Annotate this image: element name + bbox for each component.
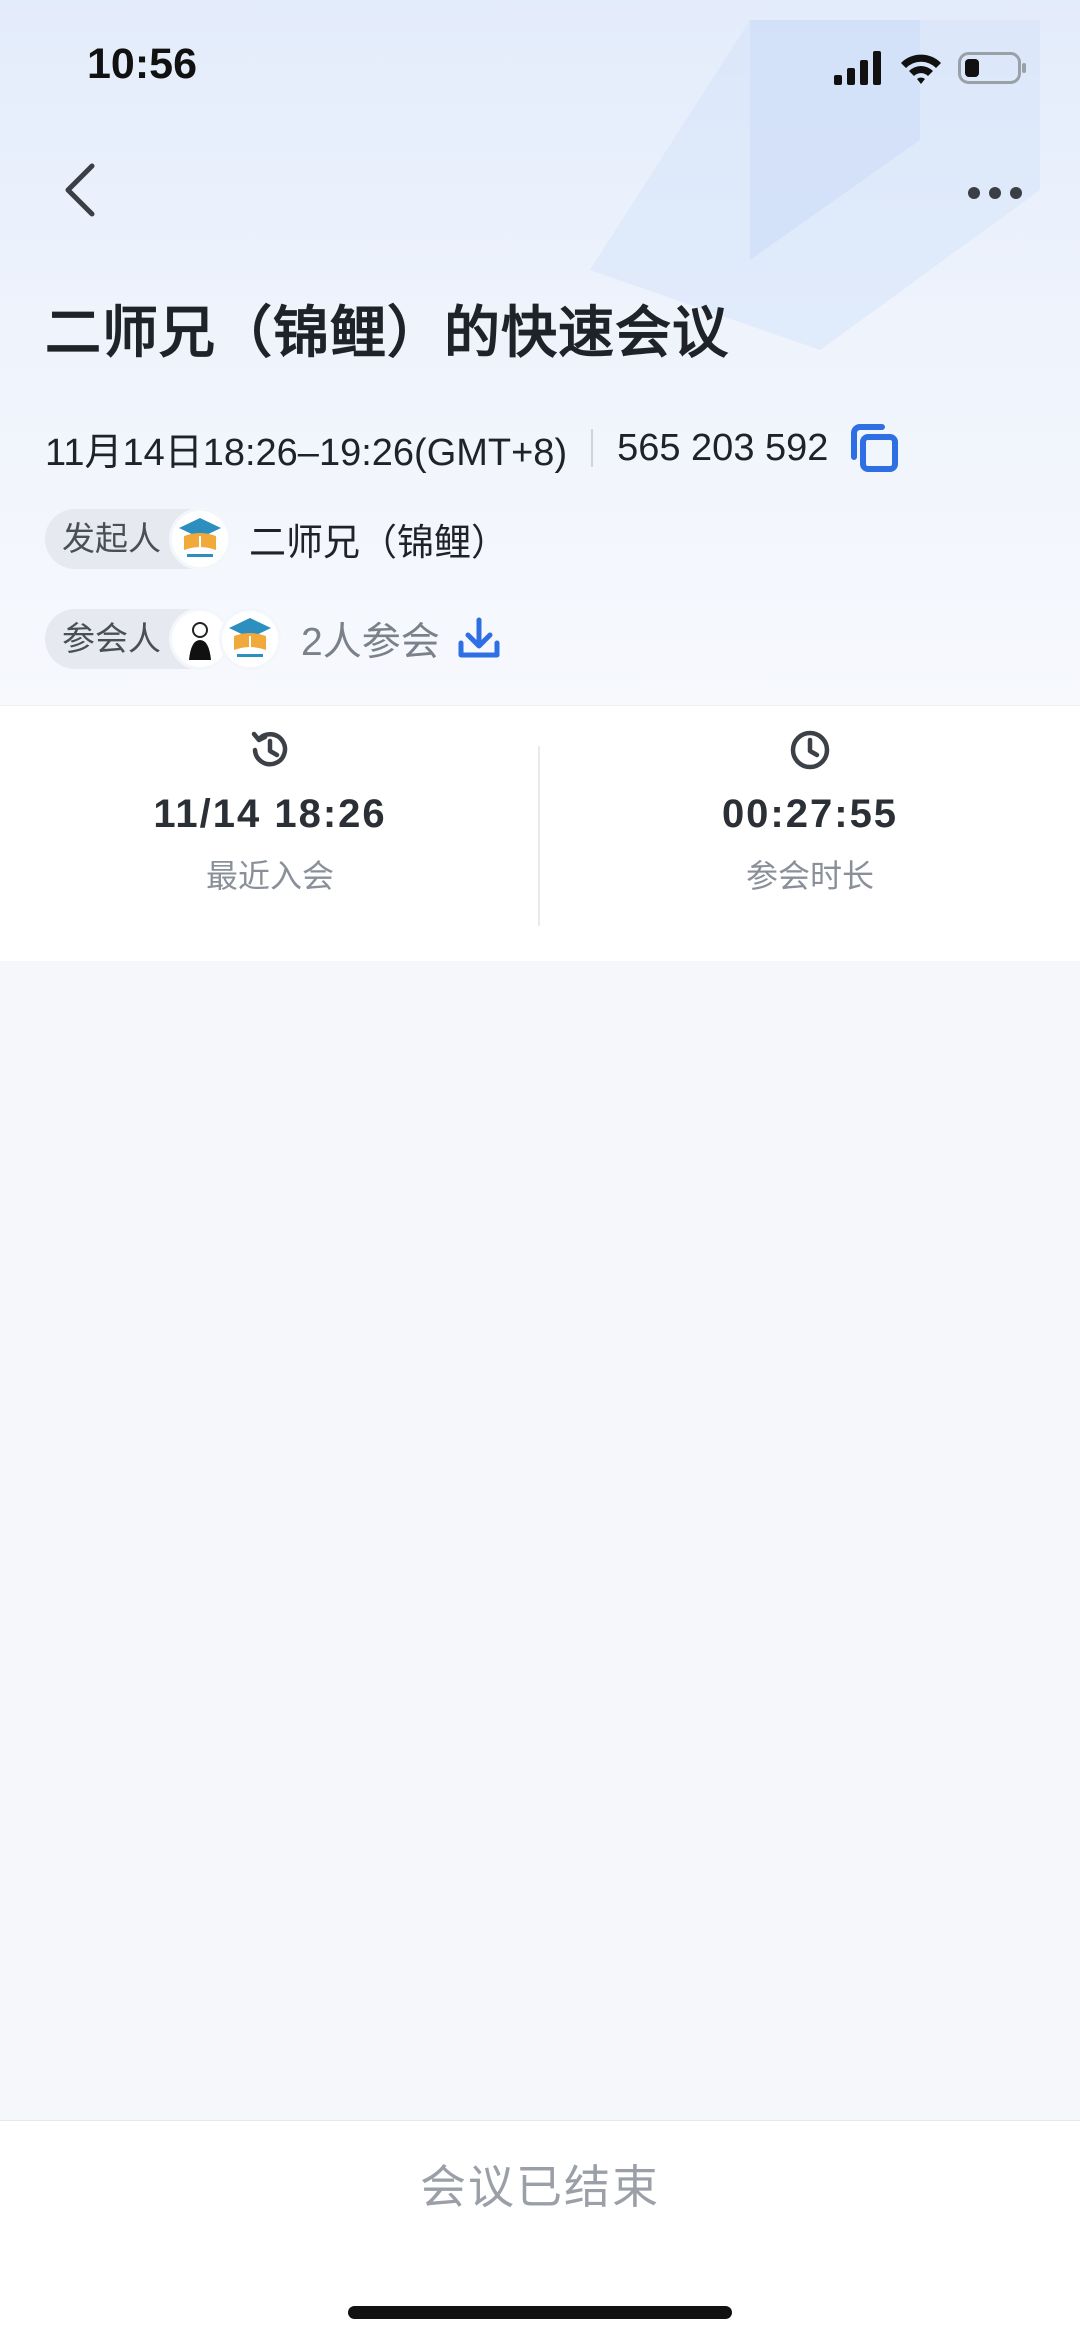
host-avatar-group xyxy=(169,508,231,570)
clock-icon xyxy=(790,730,830,770)
attendee-avatar[interactable] xyxy=(219,608,281,670)
last-join-stat: 11/14 18:26 最近入会 xyxy=(0,706,540,961)
chevron-left-icon xyxy=(65,163,95,217)
battery-icon xyxy=(958,52,1026,84)
wifi-icon xyxy=(901,54,941,84)
duration-label: 参会时长 xyxy=(745,858,874,894)
meeting-stats: 11/14 18:26 最近入会 00:27:55 参会时长 xyxy=(0,705,1080,961)
back-button[interactable] xyxy=(55,160,105,220)
attendees-row[interactable]: 参会人 2人参会 xyxy=(45,608,504,670)
host-row: 发起人 二师兄（锦鲤） xyxy=(45,508,508,570)
person-sketch-icon xyxy=(189,622,211,660)
bottom-bar: 会议已结束 xyxy=(0,2120,1080,2338)
status-bar-icons xyxy=(834,48,1028,88)
last-join-value: 11/14 18:26 xyxy=(153,792,387,836)
status-bar-time: 10:56 xyxy=(87,40,197,88)
duration-stat: 00:27:55 参会时长 xyxy=(540,706,1080,961)
duration-value: 00:27:55 xyxy=(721,792,899,836)
meeting-ended-status: 会议已结束 xyxy=(420,2161,660,2213)
attendee-avatar-group xyxy=(169,608,281,670)
more-horizontal-icon xyxy=(968,187,1022,199)
cellular-signal-icon xyxy=(834,51,881,85)
copy-meeting-id-button[interactable] xyxy=(846,421,900,475)
meeting-title: 二师兄（锦鲤）的快速会议 xyxy=(45,301,729,364)
attendee-count: 2人参会 xyxy=(301,621,440,664)
download-attendees-button[interactable] xyxy=(454,614,504,664)
meeting-id: 565 203 592 xyxy=(617,426,829,469)
download-icon xyxy=(458,617,500,658)
history-clock-icon xyxy=(251,731,288,767)
copy-icon xyxy=(851,424,899,472)
host-name: 二师兄（锦鲤） xyxy=(249,522,508,563)
more-button[interactable] xyxy=(960,175,1030,211)
academy-logo-icon xyxy=(229,618,271,657)
meeting-time-range: 11月14日18:26–19:26(GMT+8) xyxy=(45,431,568,474)
meta-divider xyxy=(591,429,594,467)
academy-logo-icon xyxy=(179,518,221,557)
home-indicator[interactable] xyxy=(348,2306,732,2319)
last-join-label: 最近入会 xyxy=(205,858,334,894)
meeting-meta: 11月14日18:26–19:26(GMT+8) 565 203 592 xyxy=(45,418,900,478)
meeting-header: 10:56 二师兄（锦鲤）的快速会议 11月14日18:26–19:26(GMT… xyxy=(0,0,1080,705)
host-avatar[interactable] xyxy=(169,508,231,570)
